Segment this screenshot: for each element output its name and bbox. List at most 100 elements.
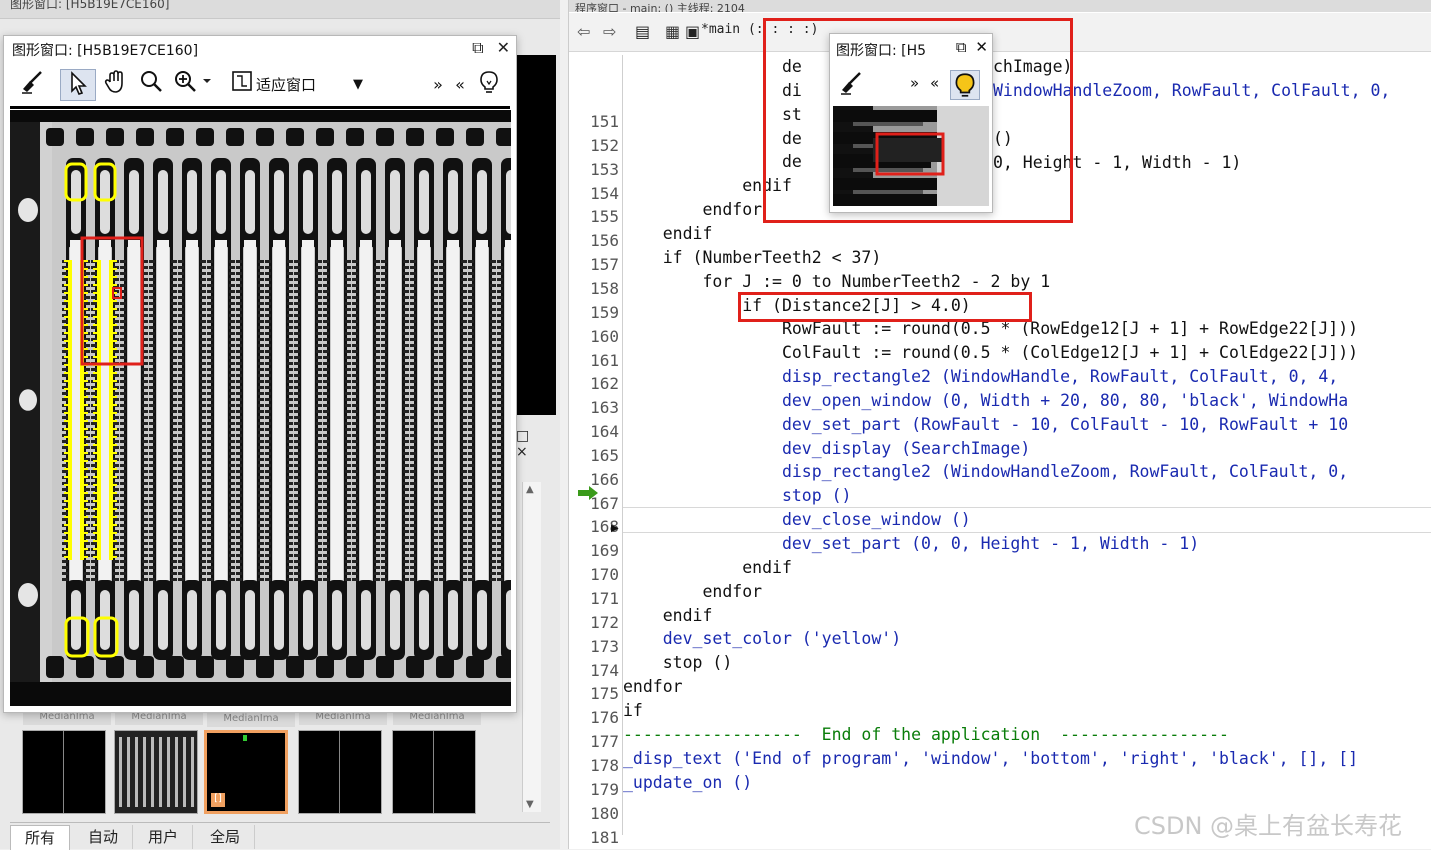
image-shape — [64, 460, 72, 462]
back-arrow-icon[interactable]: ⇦ — [577, 22, 590, 41]
image-shape — [316, 356, 322, 359]
scroll-down-icon[interactable]: ▼ — [526, 799, 534, 810]
code-line[interactable]: ------------------ End of the applicatio… — [623, 725, 1229, 744]
image-shape — [381, 278, 387, 281]
image-shape — [497, 386, 503, 389]
image-shape — [120, 410, 126, 413]
image-shape — [352, 572, 358, 575]
grid-icon[interactable]: ▦ — [665, 22, 680, 41]
variable-thumbnail[interactable]: MedianIma — [114, 711, 203, 814]
image-shape — [64, 404, 72, 406]
variable-thumbnail[interactable]: MedianIma — [298, 711, 387, 814]
image-shape — [200, 428, 206, 431]
forward-arrow-icon[interactable]: ⇨ — [603, 22, 616, 41]
image-shape — [323, 392, 329, 395]
image-shape — [149, 338, 155, 341]
code-line[interactable]: dev_open_window (0, Width + 20, 80, 80, … — [623, 391, 1348, 410]
float-window-icon[interactable]: ⧉ — [472, 38, 483, 57]
code-line[interactable]: disp_rectangle2 (WindowHandleZoom, RowFa… — [623, 462, 1348, 481]
variable-thumbnail-selected[interactable]: MedianIma [] — [204, 713, 295, 814]
image-shape — [120, 398, 126, 401]
chevron-down-icon[interactable]: ▼ — [346, 69, 370, 101]
image-shape — [497, 560, 503, 563]
graphics-canvas[interactable] — [10, 110, 511, 706]
image-shape — [236, 302, 242, 305]
image-shape — [287, 428, 293, 431]
less-tools-icon[interactable]: « — [450, 69, 470, 101]
image-shape — [287, 518, 293, 521]
code-line[interactable]: if — [623, 701, 643, 720]
code-line[interactable]: endif — [623, 224, 713, 243]
code-line[interactable]: endfor — [623, 582, 762, 601]
code-line[interactable]: stop () — [623, 653, 733, 672]
lightbulb-button[interactable] — [474, 69, 504, 101]
clear-window-button[interactable] — [16, 69, 48, 101]
image-shape — [497, 284, 503, 287]
tab-auto[interactable]: 自动 — [74, 825, 134, 849]
image-shape — [410, 470, 416, 473]
image-shape — [113, 278, 119, 281]
more-tools-icon[interactable]: » — [428, 69, 448, 101]
image-shape — [323, 440, 329, 443]
image-shape — [149, 410, 155, 413]
image-shape — [294, 554, 300, 557]
image-shape — [97, 260, 101, 560]
code-line[interactable]: endif — [623, 558, 792, 577]
image-shape — [294, 404, 300, 407]
variable-thumbnail[interactable]: MedianIma — [22, 711, 111, 814]
code-line[interactable]: _disp_text ('End of program', 'window', … — [623, 749, 1358, 768]
code-line[interactable]: _update_on () — [623, 773, 752, 792]
close-icon[interactable]: × — [516, 444, 528, 460]
image-shape — [490, 452, 496, 455]
pointer-tool-button[interactable] — [60, 69, 96, 101]
tab-user[interactable]: 用户 — [134, 825, 194, 849]
code-line[interactable]: dev_set_color ('yellow') — [623, 629, 901, 648]
image-shape — [207, 494, 213, 497]
image-shape — [381, 302, 387, 305]
image-shape — [461, 266, 467, 269]
image-shape — [258, 344, 264, 347]
pan-tool-button[interactable] — [100, 69, 132, 101]
tab-all[interactable]: 所有 — [10, 825, 71, 850]
image-shape — [265, 560, 271, 563]
tab-global[interactable]: 全局 — [196, 825, 256, 849]
image-shape — [432, 446, 438, 449]
zoom-in-button[interactable] — [172, 69, 214, 101]
magnify-tool-button[interactable] — [136, 69, 166, 101]
code-line[interactable]: endfor — [623, 200, 762, 219]
code-line[interactable]: ColFault := round(0.5 * (ColEdge12[J + 1… — [623, 343, 1358, 362]
image-shape — [439, 404, 445, 407]
code-line[interactable]: disp_rectangle2 (WindowHandle, RowFault,… — [623, 367, 1338, 386]
float-icon[interactable]: □ — [516, 428, 529, 444]
fit-window-label[interactable]: 适应窗口 — [256, 70, 316, 100]
image-shape — [497, 536, 503, 539]
close-window-icon[interactable]: ✕ — [497, 38, 510, 57]
image-shape — [497, 278, 503, 281]
code-line[interactable]: endif — [623, 606, 713, 625]
image-shape — [439, 290, 445, 293]
image-shape — [490, 260, 496, 263]
code-line[interactable]: if (NumberTeeth2 < 37) — [623, 248, 882, 267]
code-line[interactable]: for J := 0 to NumberTeeth2 - 2 by 1 — [623, 272, 1050, 291]
scroll-up-icon[interactable]: ▲ — [526, 484, 534, 495]
image-shape — [149, 380, 155, 383]
image-shape — [178, 434, 184, 437]
clipboard-icon[interactable]: ▤ — [635, 22, 650, 41]
image-shape — [109, 452, 117, 454]
code-line[interactable]: stop () — [623, 486, 852, 505]
code-line[interactable]: dev_display (SearchImage) — [623, 439, 1030, 458]
image-shape — [316, 464, 322, 467]
code-line[interactable]: RowFault := round(0.5 * (RowEdge12[J + 1… — [623, 319, 1358, 338]
code-line[interactable]: dev_set_part (RowFault - 10, ColFault - … — [623, 415, 1348, 434]
variable-window-scrollbar[interactable]: ▲ ▼ — [522, 482, 541, 812]
fit-window-button[interactable] — [228, 69, 256, 101]
variable-thumbnail[interactable]: MedianIma — [392, 711, 481, 814]
code-line[interactable]: dev_close_window () — [623, 510, 971, 529]
image-shape — [381, 494, 387, 497]
code-line[interactable]: dev_set_part (0, 0, Height - 1, Width - … — [623, 534, 1199, 553]
line-number-gutter: 151 152 153 154 155 156 157 158 159 160 161 162 163 1… — [569, 55, 621, 847]
image-shape — [258, 458, 264, 461]
image-shape — [200, 560, 206, 563]
image-shape — [381, 548, 387, 551]
code-line[interactable]: endfor — [623, 677, 683, 696]
